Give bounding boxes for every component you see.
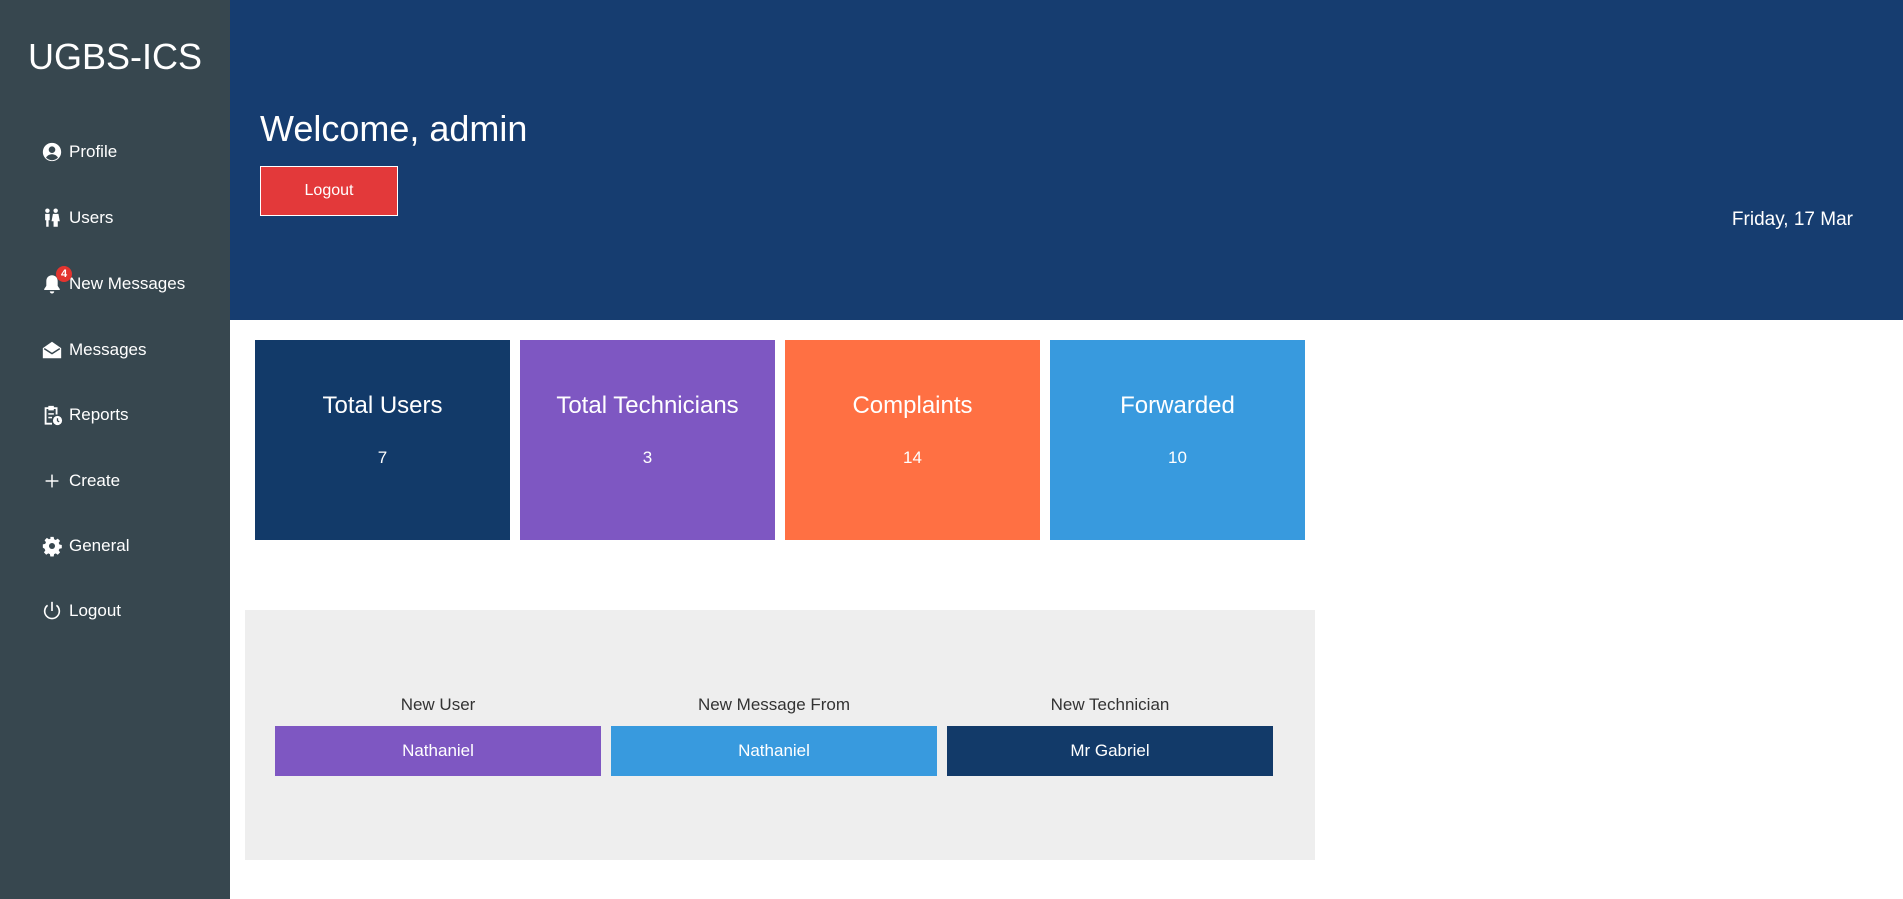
recent-label: New User [400,695,476,714]
sidebar-item-label: Profile [69,142,118,161]
sidebar-item-create[interactable]: Create [40,466,120,496]
logout-button[interactable]: Logout [260,166,398,216]
recent-new-message: New Message From Nathaniel [611,694,937,776]
new-messages-badge: 4 [56,266,72,282]
bell-icon: 4 [40,266,72,296]
sidebar-item-label: Messages [69,340,147,359]
header-banner: Welcome, admin Logout Friday, 17 Mar [230,0,1903,320]
stat-card-total-technicians: Total Technicians 3 [520,340,775,540]
stat-card-value: 10 [1168,448,1187,467]
recent-value-new-message[interactable]: Nathaniel [611,726,937,776]
sidebar-item-label: New Messages [69,274,186,293]
stat-card-title: Total Users [322,392,443,419]
recent-value-new-user[interactable]: Nathaniel [275,726,601,776]
stat-card-value: 7 [377,448,388,467]
recent-label: New Technician [1050,695,1170,714]
sidebar-item-messages[interactable]: Messages [40,335,146,365]
current-date: Friday, 17 Mar [1731,209,1853,230]
stat-card-value: 3 [642,448,653,467]
stat-card-value: 14 [903,448,922,467]
clipboard-clock-icon [40,403,64,427]
sidebar-item-label: Create [69,471,121,490]
sidebar-item-label: Logout [69,601,121,620]
sidebar-item-users[interactable]: Users [40,203,113,233]
sidebar-item-general[interactable]: General [40,531,129,561]
sidebar: UGBS-ICS Profile Users 4 New Messages Me… [0,0,230,899]
envelope-icon [40,338,64,362]
stat-card-title: Forwarded [1120,392,1235,419]
sidebar-item-logout[interactable]: Logout [40,596,121,626]
sidebar-item-new-messages[interactable]: 4 New Messages [40,266,186,299]
recent-new-technician: New Technician Mr Gabriel [947,694,1273,776]
sidebar-item-label: Users [69,208,114,227]
sidebar-item-label: General [69,536,130,555]
stat-card-title: Complaints [852,392,973,419]
stat-card-complaints: Complaints 14 [785,340,1040,540]
welcome-heading: Welcome, admin [260,108,528,149]
sidebar-item-label: Reports [69,405,129,424]
power-icon [40,599,64,623]
gear-icon [40,534,64,558]
recent-label: New Message From [697,695,851,714]
stat-card-title: Total Technicians [556,392,739,419]
users-icon [40,206,64,230]
sidebar-item-profile[interactable]: Profile [40,137,117,167]
recent-value-new-technician[interactable]: Mr Gabriel [947,726,1273,776]
recent-new-user: New User Nathaniel [275,694,601,776]
plus-icon [40,469,64,493]
brand-title: UGBS-ICS [27,36,203,77]
profile-icon [40,140,64,164]
sidebar-item-reports[interactable]: Reports [40,400,129,430]
recent-activity-panel: New User Nathaniel New Message From Nath… [245,610,1315,860]
stat-card-forwarded: Forwarded 10 [1050,340,1305,540]
stat-card-total-users: Total Users 7 [255,340,510,540]
